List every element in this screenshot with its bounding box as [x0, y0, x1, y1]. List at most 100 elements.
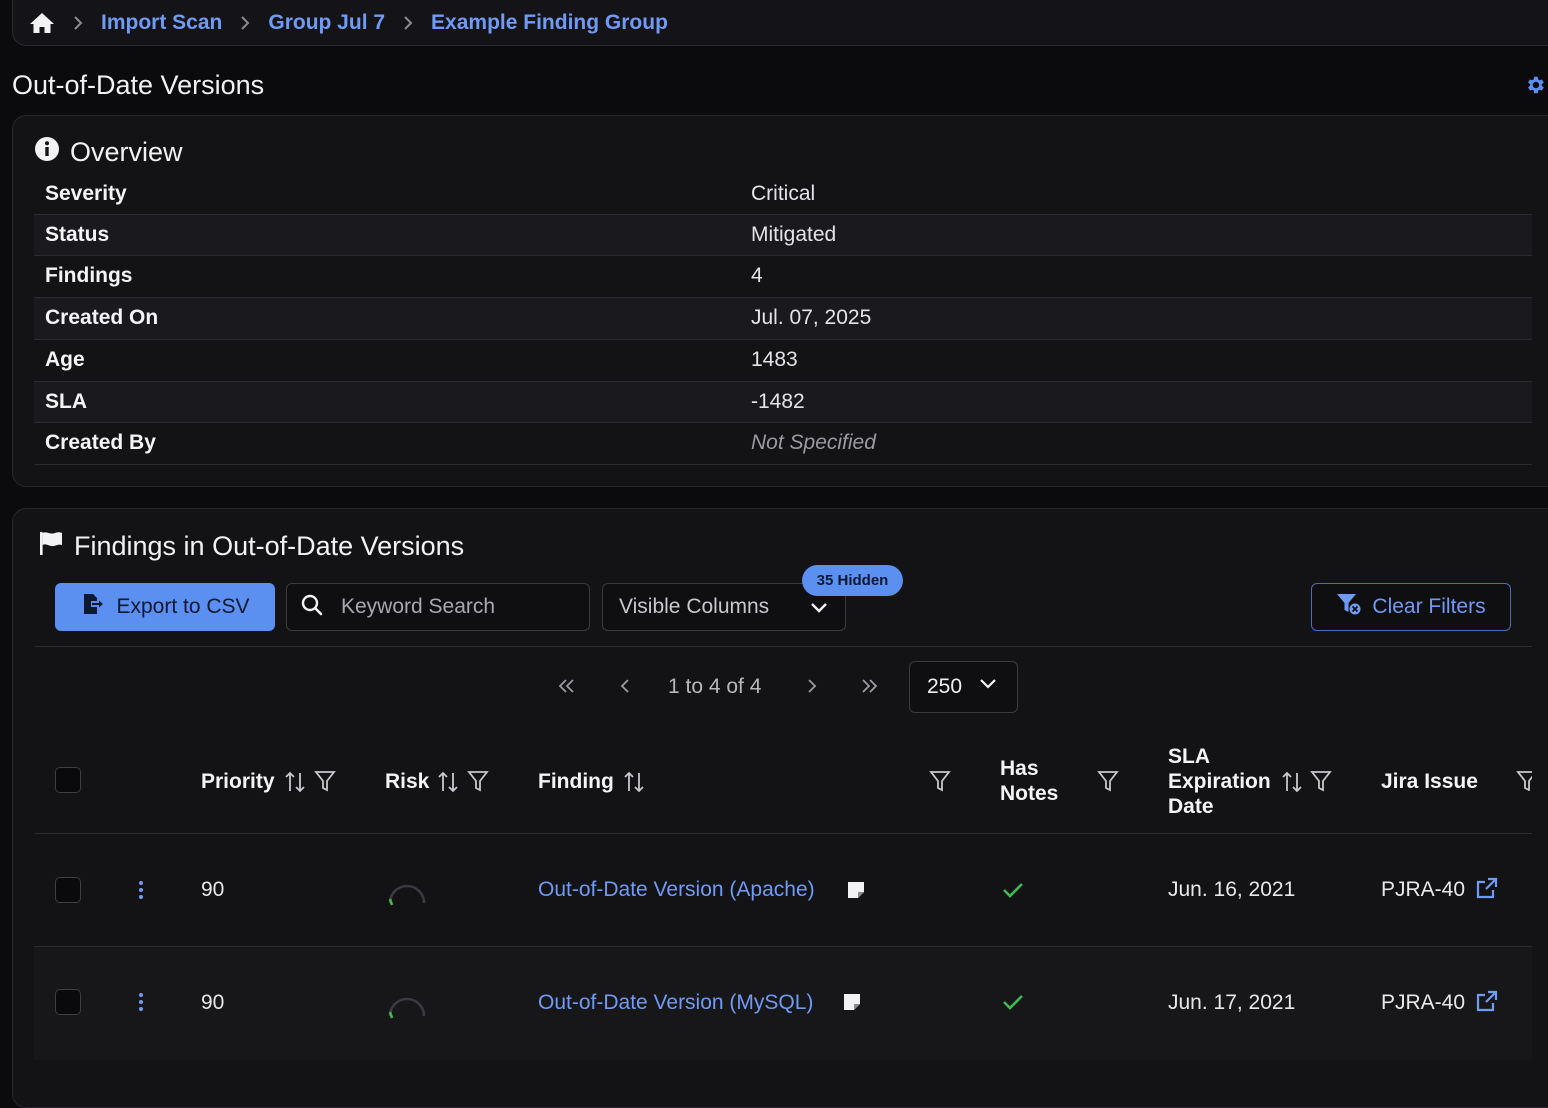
overview-label: Findings: [45, 264, 133, 287]
page-title: Out-of-Date Versions: [12, 70, 265, 100]
export-csv-label: Export to CSV: [116, 595, 250, 618]
note-icon[interactable]: [846, 880, 866, 905]
row-checkbox[interactable]: [55, 989, 81, 1015]
search-icon: [301, 594, 323, 621]
overview-row-age: Age 1483: [34, 340, 1532, 382]
visible-columns-label: Visible Columns: [619, 595, 770, 618]
next-page-icon[interactable]: [800, 675, 822, 697]
overview-value: Mitigated: [751, 223, 837, 246]
priority-cell: 90: [201, 878, 225, 901]
overview-row-created-by: Created By Not Specified: [34, 423, 1532, 465]
chevron-right-icon: [71, 13, 85, 33]
check-icon: [1002, 992, 1024, 1017]
jira-issue-cell[interactable]: PJRA-40: [1381, 878, 1465, 902]
finding-link[interactable]: Out-of-Date Version (Apache): [538, 878, 815, 902]
last-page-icon[interactable]: [858, 675, 880, 697]
clear-filters-label: Clear Filters: [1372, 595, 1486, 618]
select-all-checkbox[interactable]: [55, 767, 81, 793]
chevron-down-icon: [978, 674, 998, 700]
finding-link[interactable]: Out-of-Date Version (MySQL): [538, 991, 813, 1015]
sort-icon[interactable]: [623, 770, 645, 793]
column-header-line: SLA: [1168, 745, 1210, 768]
overview-row-sla: SLA -1482: [34, 382, 1532, 423]
flag-icon: [38, 530, 64, 563]
home-icon[interactable]: [29, 11, 55, 35]
breadcrumb-group[interactable]: Group Jul 7: [268, 11, 385, 35]
previous-page-icon[interactable]: [615, 675, 637, 697]
filter-icon[interactable]: [929, 769, 951, 792]
sort-icon[interactable]: [437, 770, 459, 793]
keyword-search-input[interactable]: [339, 594, 573, 620]
breadcrumb-finding-group[interactable]: Example Finding Group: [431, 11, 668, 35]
row-checkbox[interactable]: [55, 877, 81, 903]
check-icon: [1002, 880, 1024, 905]
overview-row-findings: Findings 4: [34, 256, 1532, 298]
risk-gauge-icon: [385, 872, 429, 913]
export-csv-button[interactable]: Export to CSV: [55, 583, 275, 631]
priority-cell: 90: [201, 991, 225, 1014]
hidden-columns-badge: 35 Hidden: [802, 565, 903, 596]
filter-icon[interactable]: [1516, 769, 1532, 791]
filter-icon[interactable]: [314, 769, 336, 792]
overview-row-severity: Severity Critical: [34, 174, 1532, 215]
overview-label: SLA: [45, 390, 87, 413]
filter-icon[interactable]: [1097, 769, 1119, 792]
overview-label: Status: [45, 223, 110, 246]
overview-value: Jul. 07, 2025: [751, 306, 872, 329]
sort-icon[interactable]: [1281, 770, 1303, 793]
breadcrumb: Import Scan Group Jul 7 Example Finding …: [12, 0, 1548, 46]
overview-title: Overview: [70, 137, 183, 167]
chevron-right-icon: [238, 13, 252, 33]
info-icon: [34, 136, 60, 169]
filter-clear-icon: [1336, 592, 1362, 622]
filter-icon[interactable]: [1310, 769, 1332, 792]
toolbar-divider: [34, 646, 1532, 647]
findings-heading: Findings in Out-of-Date Versions: [38, 530, 464, 563]
filter-icon[interactable]: [467, 769, 489, 792]
overview-row-status: Status Mitigated: [34, 215, 1532, 256]
overview-value: 4: [751, 264, 763, 287]
jira-issue-cell[interactable]: PJRA-40: [1381, 991, 1465, 1015]
row-actions-icon[interactable]: [137, 880, 145, 900]
sla-date-cell: Jun. 16, 2021: [1168, 878, 1296, 901]
overview-label: Severity: [45, 182, 127, 205]
breadcrumb-import-scan[interactable]: Import Scan: [101, 11, 222, 35]
external-link-icon[interactable]: [1475, 877, 1499, 906]
sla-date-cell: Jun. 17, 2021: [1168, 991, 1296, 1014]
overview-value: -1482: [751, 390, 805, 413]
note-icon[interactable]: [842, 992, 862, 1017]
page-size-select[interactable]: 250: [909, 661, 1018, 713]
column-header-line: Expiration: [1168, 770, 1271, 793]
column-header-line: Date: [1168, 795, 1214, 818]
first-page-icon[interactable]: [556, 675, 578, 697]
overview-label: Created By: [45, 431, 156, 454]
risk-gauge-icon: [385, 985, 429, 1026]
pagination-range: 1 to 4 of 4: [668, 675, 762, 698]
row-actions-icon[interactable]: [137, 992, 145, 1012]
column-header-sla-expiration[interactable]: SLA Expiration Date: [1168, 744, 1271, 819]
column-header-priority[interactable]: Priority: [201, 769, 275, 794]
column-header-line: Notes: [1000, 782, 1059, 805]
overview-label: Created On: [45, 306, 159, 329]
column-header-risk[interactable]: Risk: [385, 769, 429, 794]
chevron-right-icon: [401, 13, 415, 33]
overview-value: 1483: [751, 348, 798, 371]
overview-value: Critical: [751, 182, 816, 205]
sort-icon[interactable]: [284, 770, 306, 793]
overview-row-created-on: Created On Jul. 07, 2025: [34, 298, 1532, 340]
overview-value: Not Specified: [751, 431, 876, 454]
clear-filters-button[interactable]: Clear Filters: [1311, 583, 1511, 631]
column-header-finding[interactable]: Finding: [538, 769, 614, 794]
column-header-jira-issue[interactable]: Jira Issue: [1381, 769, 1478, 794]
findings-title: Findings in Out-of-Date Versions: [74, 531, 465, 561]
overview-label: Age: [45, 348, 85, 371]
external-link-icon[interactable]: [1475, 990, 1499, 1019]
chevron-down-icon: [809, 598, 829, 624]
page-size-value: 250: [927, 675, 963, 698]
overview-heading: Overview: [34, 136, 183, 169]
gear-icon[interactable]: [1524, 74, 1546, 96]
column-header-has-notes[interactable]: Has Notes: [1000, 756, 1058, 806]
keyword-search-box[interactable]: [286, 583, 590, 631]
column-header-line: Has: [1000, 757, 1039, 780]
file-export-icon: [80, 592, 104, 622]
